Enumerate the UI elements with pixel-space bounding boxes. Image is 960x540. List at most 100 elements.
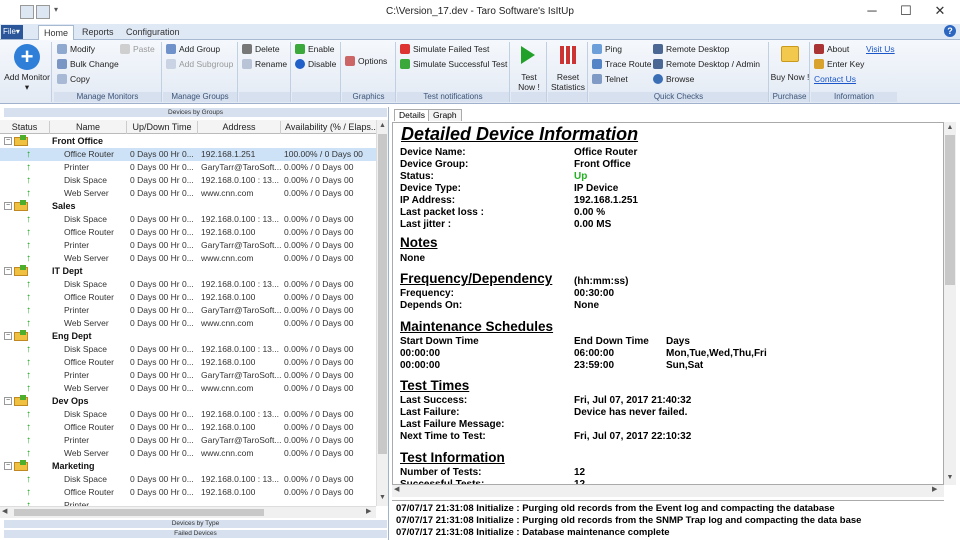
group-row[interactable]: − Front Office bbox=[0, 135, 376, 148]
remote-desktop-admin-button[interactable]: Remote Desktop / Admin bbox=[653, 58, 760, 71]
devices-vertical-scrollbar[interactable]: ▲ ▼ bbox=[376, 120, 388, 506]
status-up-icon: ↑ bbox=[26, 253, 31, 264]
tab-graph[interactable]: Graph bbox=[428, 109, 462, 121]
table-row[interactable]: ↑ Office Router 0 Days 00 Hr 0... 192.168.0… bbox=[0, 421, 376, 434]
name-column-header[interactable]: Name bbox=[50, 121, 127, 134]
table-row[interactable]: ↑ Printer 0 Days 00 Hr 0... GaryTarr@TaroSo… bbox=[0, 161, 376, 174]
add-monitor-button[interactable]: Add Monitor ▾ bbox=[4, 72, 50, 92]
collapse-icon[interactable]: − bbox=[4, 397, 12, 405]
collapse-icon[interactable]: − bbox=[4, 332, 12, 340]
table-row[interactable]: ↑ Web Server 0 Days 00 Hr 0... www.cnn.com 0… bbox=[0, 382, 376, 395]
table-row[interactable]: ↑ Web Server 0 Days 00 Hr 0... www.cnn.com 0… bbox=[0, 187, 376, 200]
details-scroll-thumb[interactable] bbox=[945, 135, 955, 285]
buy-now-button[interactable]: Buy Now ! bbox=[770, 72, 810, 82]
delete-button[interactable]: Delete bbox=[242, 43, 280, 56]
telnet-button[interactable]: Telnet bbox=[592, 73, 628, 86]
details-vertical-scrollbar[interactable]: ▲ ▼ bbox=[944, 122, 956, 485]
group-row[interactable]: − Dev Ops bbox=[0, 395, 376, 408]
table-row[interactable]: ↑ Office Router 0 Days 00 Hr 0... 192.168.0… bbox=[0, 226, 376, 239]
address-column-header[interactable]: Address bbox=[198, 121, 281, 134]
table-row[interactable]: ↑ Web Server 0 Days 00 Hr 0... www.cnn.com 0… bbox=[0, 252, 376, 265]
modify-button[interactable]: Modify bbox=[57, 43, 95, 56]
status-column-header[interactable]: Status bbox=[0, 121, 50, 134]
disable-button[interactable]: Disable bbox=[295, 58, 336, 71]
table-row[interactable]: ↑ Printer 0 Days 00 Hr 0... GaryTarr@TaroSo… bbox=[0, 304, 376, 317]
table-row[interactable]: ↑ Office Router 0 Days 00 Hr 0... 192.168.0… bbox=[0, 356, 376, 369]
rename-button[interactable]: Rename bbox=[242, 58, 287, 71]
status-up-icon: ↑ bbox=[26, 188, 31, 199]
availability-column-header[interactable]: Availability (% / Elaps... bbox=[281, 121, 376, 134]
table-row[interactable]: ↑ Disk Space 0 Days 00 Hr 0... 192.168.0.10… bbox=[0, 408, 376, 421]
browse-button[interactable]: Browse bbox=[653, 73, 694, 86]
copy-button[interactable]: Copy bbox=[57, 73, 90, 86]
trace-route-button[interactable]: Trace Route bbox=[592, 58, 651, 71]
purchase-label: Purchase bbox=[770, 92, 809, 102]
table-row[interactable]: ↑ Web Server 0 Days 00 Hr 0... www.cnn.com 0… bbox=[0, 317, 376, 330]
table-row[interactable]: ↑ Office Router 0 Days 00 Hr 0... 192.168.0… bbox=[0, 291, 376, 304]
devices-hscroll-thumb[interactable] bbox=[14, 509, 264, 516]
table-row[interactable]: ↑ Office Router 0 Days 00 Hr 0... 192.168.1… bbox=[0, 148, 376, 161]
table-row[interactable]: ↑ Disk Space 0 Days 00 Hr 0... 192.168.0.10… bbox=[0, 213, 376, 226]
paste-button[interactable]: Paste bbox=[120, 43, 155, 56]
updown-column-header[interactable]: Up/Down Time bbox=[127, 121, 198, 134]
close-button[interactable]: ✕ bbox=[926, 2, 954, 20]
group-row[interactable]: − Sales bbox=[0, 200, 376, 213]
table-row[interactable]: ↑ Disk Space 0 Days 00 Hr 0... 192.168.0.10… bbox=[0, 473, 376, 486]
table-row[interactable]: ↑ Printer 0 Days 00 Hr 0... GaryTarr@TaroSo… bbox=[0, 239, 376, 252]
collapse-icon[interactable]: − bbox=[4, 462, 12, 470]
tab-reports[interactable]: Reports bbox=[77, 25, 119, 40]
device-name: Web Server bbox=[64, 383, 109, 393]
shopping-bag-icon bbox=[781, 46, 799, 62]
devices-by-type-tab[interactable]: Devices by Type bbox=[4, 520, 387, 528]
remote-desktop-button[interactable]: Remote Desktop bbox=[653, 43, 729, 56]
bulk-change-button[interactable]: Bulk Change bbox=[57, 58, 119, 71]
collapse-icon[interactable]: − bbox=[4, 137, 12, 145]
title-bar: ▾ C:\Version_17.dev - Taro Software's Is… bbox=[0, 0, 960, 24]
maximize-button[interactable]: ☐ bbox=[892, 2, 920, 20]
tab-configuration[interactable]: Configuration bbox=[121, 25, 185, 40]
ping-button[interactable]: Ping bbox=[592, 43, 622, 56]
details-horizontal-scrollbar[interactable]: ◀ ▶ bbox=[392, 485, 944, 497]
device-address: www.cnn.com bbox=[201, 318, 254, 328]
collapse-icon[interactable]: − bbox=[4, 202, 12, 210]
table-row[interactable]: ↑ Printer bbox=[0, 499, 376, 506]
visit-us-link[interactable]: Visit Us bbox=[866, 43, 895, 56]
status-up-icon: ↑ bbox=[26, 162, 31, 173]
table-row[interactable]: ↑ Printer 0 Days 00 Hr 0... GaryTarr@TaroSo… bbox=[0, 434, 376, 447]
simulate-failed-button[interactable]: Simulate Failed Test bbox=[400, 43, 489, 56]
group-row[interactable]: − IT Dept bbox=[0, 265, 376, 278]
add-subgroup-button[interactable]: Add Subgroup bbox=[166, 58, 233, 71]
contact-us-link[interactable]: Contact Us bbox=[814, 73, 856, 86]
enable-button[interactable]: Enable bbox=[295, 43, 334, 56]
device-tree: − Front Office ↑ Office Router 0 Days 00 Hr … bbox=[0, 134, 376, 506]
add-group-button[interactable]: Add Group bbox=[166, 43, 220, 56]
table-row[interactable]: ↑ Office Router 0 Days 00 Hr 0... 192.168.0… bbox=[0, 486, 376, 499]
table-row[interactable]: ↑ Disk Space 0 Days 00 Hr 0... 192.168.0.10… bbox=[0, 343, 376, 356]
reset-statistics-group: Reset Statistics bbox=[548, 42, 588, 102]
options-button[interactable]: Options bbox=[345, 55, 387, 68]
help-icon[interactable]: ? bbox=[944, 25, 956, 37]
table-row[interactable]: ↑ Disk Space 0 Days 00 Hr 0... 192.168.0.10… bbox=[0, 278, 376, 291]
table-row[interactable]: ↑ Disk Space 0 Days 00 Hr 0... 192.168.0.10… bbox=[0, 174, 376, 187]
test-now-button[interactable]: Test Now ! bbox=[513, 72, 545, 92]
tab-home[interactable]: Home bbox=[38, 25, 75, 40]
tab-details[interactable]: Details bbox=[394, 109, 430, 121]
enter-key-button[interactable]: Enter Key bbox=[814, 58, 864, 71]
group-row[interactable]: − Eng Dept bbox=[0, 330, 376, 343]
table-row[interactable]: ↑ Printer 0 Days 00 Hr 0... GaryTarr@TaroSo… bbox=[0, 369, 376, 382]
add-monitor-group: + Add Monitor ▾ bbox=[2, 42, 52, 102]
devices-by-groups-header[interactable]: Devices by Groups bbox=[4, 108, 387, 117]
collapse-icon[interactable]: − bbox=[4, 267, 12, 275]
devices-horizontal-scrollbar[interactable]: ◀ ▶ bbox=[0, 506, 376, 518]
failed-devices-tab[interactable]: Failed Devices bbox=[4, 530, 387, 538]
about-button[interactable]: About bbox=[814, 43, 849, 56]
simulate-success-button[interactable]: Simulate Successful Test bbox=[400, 58, 507, 71]
minimize-button[interactable]: ─ bbox=[858, 2, 886, 20]
add-monitor-icon[interactable]: + bbox=[14, 44, 40, 70]
devices-scroll-thumb[interactable] bbox=[378, 134, 387, 454]
file-menu[interactable]: File▾ bbox=[1, 25, 23, 39]
table-row[interactable]: ↑ Web Server 0 Days 00 Hr 0... www.cnn.com 0… bbox=[0, 447, 376, 460]
reset-statistics-button[interactable]: Reset Statistics bbox=[548, 72, 588, 92]
detail-tabs: Details Graph bbox=[392, 109, 960, 121]
group-row[interactable]: − Marketing bbox=[0, 460, 376, 473]
